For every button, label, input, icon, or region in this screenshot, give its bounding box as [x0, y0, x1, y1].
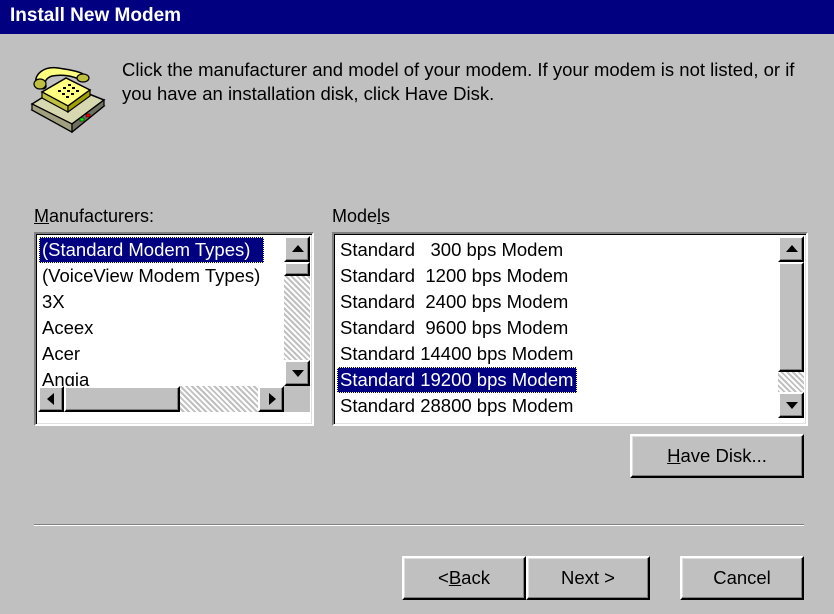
title-bar[interactable]: Install New Modem [0, 0, 834, 34]
list-item[interactable]: Standard 1200 bps Modem [337, 263, 577, 289]
arrow-up-icon [786, 245, 798, 252]
next-button[interactable]: Next > [526, 556, 650, 600]
list-item[interactable]: Standard 14400 bps Modem [337, 341, 577, 367]
manufacturers-scroll-down-button[interactable] [284, 360, 310, 386]
models-vscroll-thumb[interactable] [778, 262, 804, 372]
scroll-corner [284, 386, 310, 412]
list-item[interactable]: (Standard Modem Types) [39, 237, 265, 263]
models-vscroll-track[interactable] [778, 236, 804, 418]
separator-line [34, 524, 804, 526]
list-item[interactable]: Standard 28800 bps Modem [337, 393, 577, 419]
list-item[interactable]: Standard 9600 bps Modem [337, 315, 577, 341]
window-title: Install New Modem [10, 5, 182, 26]
list-item[interactable]: (VoiceView Modem Types) [39, 263, 264, 289]
instruction-text: Click the manufacturer and model of your… [122, 59, 795, 104]
list-item[interactable]: Acer [39, 341, 264, 367]
models-listbox[interactable]: Standard 300 bps Modem Standard 1200 bps … [332, 232, 808, 426]
manufacturers-vscroll-thumb[interactable] [284, 262, 310, 276]
arrow-down-icon [292, 370, 304, 377]
manufacturers-scroll-right-button[interactable] [258, 386, 284, 412]
arrow-down-icon [786, 402, 798, 409]
list-item[interactable]: Standard 19200 bps Modem [337, 367, 578, 393]
list-item[interactable]: Aceex [39, 315, 264, 341]
cancel-button[interactable]: Cancel [680, 556, 804, 600]
list-item[interactable]: Standard 2400 bps Modem [337, 289, 577, 315]
install-new-modem-dialog: Install New Modem Click the manufacturer… [0, 0, 834, 614]
models-list: Standard 300 bps Modem Standard 1200 bps … [337, 237, 578, 419]
telephone-modem-icon [28, 62, 106, 138]
manufacturers-listbox[interactable]: (Standard Modem Types) (VoiceView Modem T… [34, 232, 314, 426]
manufacturers-scroll-left-button[interactable] [38, 386, 64, 412]
manufacturers-scroll-up-button[interactable] [284, 236, 310, 262]
manufacturers-vscroll-track[interactable] [284, 236, 310, 386]
list-item[interactable]: 3X [39, 289, 264, 315]
models-scroll-down-button[interactable] [778, 392, 804, 418]
models-scroll-up-button[interactable] [778, 236, 804, 262]
manufacturers-hscroll-track[interactable] [38, 386, 284, 412]
manufacturers-list: (Standard Modem Types) (VoiceView Modem T… [39, 237, 265, 393]
list-item[interactable]: Standard 300 bps Modem [337, 237, 577, 263]
manufacturers-label: Manufacturers: [34, 206, 155, 226]
arrow-right-icon [269, 393, 276, 405]
models-label: Models [332, 206, 391, 226]
back-button[interactable]: < Back [402, 556, 526, 600]
arrow-left-icon [47, 393, 54, 405]
arrow-up-icon [292, 245, 304, 252]
have-disk-button[interactable]: Have Disk... [630, 434, 804, 478]
manufacturers-hscroll-thumb[interactable] [64, 386, 180, 412]
